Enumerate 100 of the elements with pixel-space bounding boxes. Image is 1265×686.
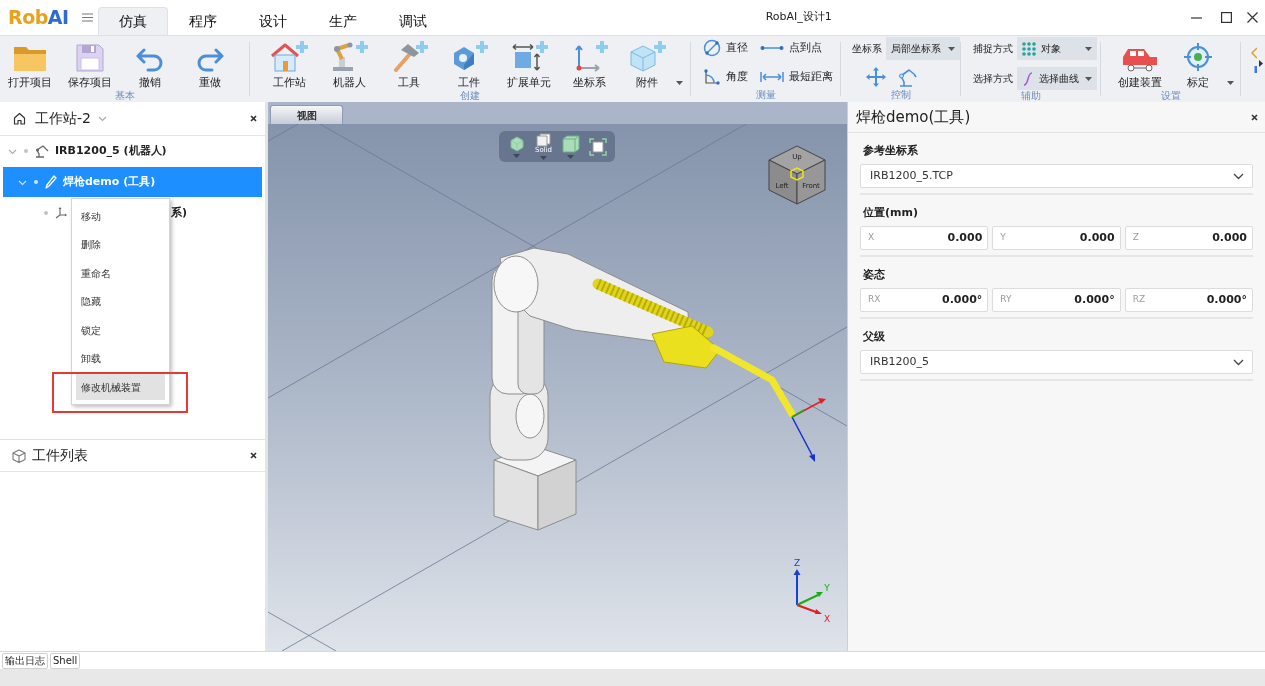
view-cube[interactable] <box>768 145 826 205</box>
close-icon[interactable] <box>250 115 257 122</box>
ribbon-button[interactable]: 工具 <box>379 36 439 90</box>
ribbon-button[interactable]: 扩展单元 <box>499 36 559 90</box>
pen-icon <box>45 175 57 189</box>
ribbon-group-label: 控制 <box>890 89 911 102</box>
section-label: 参考坐标系 <box>862 144 919 158</box>
bottom-tab[interactable]: Shell <box>50 652 81 669</box>
ribbon-button[interactable]: 坐标系 <box>559 36 619 90</box>
tree-item[interactable]: IRB1200_5 (机器人) <box>55 142 167 160</box>
ribbon-menu-button[interactable]: 标定 <box>1170 36 1236 90</box>
field-label: X <box>867 231 875 245</box>
robot-arm-icon[interactable] <box>898 67 918 87</box>
view-tab[interactable]: 视图 <box>270 105 343 124</box>
ribbon-group-label: 设置 <box>1160 90 1181 103</box>
menu-icon[interactable] <box>81 13 93 22</box>
dropdown[interactable]: 局部坐标系 <box>886 37 960 60</box>
field-label: Y <box>999 231 1006 245</box>
combo-label: 坐标系 <box>852 42 882 56</box>
dropdown[interactable]: 对象 <box>1017 37 1097 60</box>
dropdown[interactable]: 选择曲线 <box>1017 67 1097 90</box>
field-value: 0.000° <box>1206 291 1247 308</box>
menu-item[interactable]: 重命名 <box>76 260 165 286</box>
caret-icon <box>1085 46 1092 51</box>
ribbon-button[interactable]: 撤销 <box>120 36 180 90</box>
number-field[interactable]: RY 0.000° <box>992 288 1121 312</box>
maximize-icon[interactable] <box>1220 12 1232 23</box>
partial-tool-icon[interactable] <box>1249 46 1257 74</box>
section-label: 位置(mm) <box>862 206 919 220</box>
field-value: 0.000° <box>942 291 983 308</box>
home-icon <box>13 112 26 125</box>
section-label: 姿态 <box>862 268 886 282</box>
select-field[interactable]: IRB1200_5 <box>860 350 1253 374</box>
undo-icon <box>135 48 165 72</box>
scroll-right-icon[interactable] <box>1259 60 1263 67</box>
ribbon-button[interactable]: 角度 <box>703 66 760 88</box>
menu-item[interactable]: 锁定 <box>76 317 165 343</box>
folder-icon <box>13 44 47 72</box>
ribbon-button[interactable]: 重做 <box>180 36 240 90</box>
field-label: Z <box>1131 231 1139 245</box>
ribbon-button[interactable]: 保存项目 <box>60 36 120 90</box>
number-field[interactable]: Y 0.000 <box>992 226 1121 250</box>
bottom-tab[interactable]: 输出日志 <box>2 652 48 669</box>
number-field[interactable]: RX 0.000° <box>860 288 989 312</box>
close-icon[interactable] <box>1246 12 1258 23</box>
dot-icon <box>24 149 28 153</box>
chevron-down-icon <box>1233 358 1244 366</box>
ribbon-button[interactable]: 点到点 <box>760 37 833 59</box>
menu-item[interactable]: 卸载 <box>76 345 165 372</box>
cube-outline-icon <box>12 448 26 463</box>
stacked-squares-icon <box>535 133 552 147</box>
number-field[interactable]: RZ 0.000° <box>1124 288 1253 312</box>
close-icon[interactable] <box>250 452 257 459</box>
ribbon-menu-button[interactable]: 附件 <box>619 36 685 90</box>
ribbon-button[interactable]: 工作站 <box>259 36 319 90</box>
ribbon-button[interactable]: 机器人 <box>319 36 379 90</box>
ribbon-group-label: 创建 <box>460 90 480 103</box>
number-field[interactable]: Z 0.000 <box>1124 226 1253 250</box>
fit-view-icon <box>588 137 607 156</box>
combo-label: 捕捉方式 <box>973 42 1013 56</box>
tree-item[interactable]: 系) <box>171 204 188 222</box>
field-label: RX <box>867 293 881 307</box>
dot-icon <box>34 180 38 184</box>
minimize-icon[interactable] <box>1190 16 1202 19</box>
axis-label: X <box>823 614 831 624</box>
close-icon[interactable] <box>1251 113 1258 121</box>
menu-item[interactable]: 删除 <box>76 231 165 258</box>
number-field[interactable]: X 0.000 <box>860 226 989 250</box>
box-icon <box>561 134 580 153</box>
robot-arm-icon <box>35 144 49 158</box>
move-arrows-icon[interactable] <box>866 67 886 87</box>
ribbon-group-label: 测量 <box>755 89 776 102</box>
select-field[interactable]: IRB1200_5.TCP <box>860 164 1253 188</box>
chevron-down-icon[interactable] <box>97 115 107 122</box>
cube-plus-icon <box>627 40 667 72</box>
chevron-down-icon <box>1233 172 1244 180</box>
ribbon-button[interactable]: 创建装置 <box>1110 36 1170 90</box>
menu-tab[interactable]: 调试 <box>377 7 448 35</box>
window-title: RobAI_设计1 <box>765 9 832 26</box>
menu-tab[interactable]: 设计 <box>237 7 308 35</box>
ribbon-button[interactable]: 直径 <box>703 37 760 59</box>
menu-item[interactable]: 隐藏 <box>76 288 165 315</box>
menu-tab[interactable]: 仿真 <box>97 7 168 35</box>
ribbon-button[interactable]: 打开项目 <box>0 36 60 90</box>
menu-tab[interactable]: 程序 <box>167 7 238 35</box>
point-line-icon <box>760 44 784 52</box>
axis-label: Z <box>793 558 801 568</box>
ribbon-group-label: 基本 <box>114 90 135 103</box>
dot-grid-icon <box>1022 41 1036 56</box>
menu-tab[interactable]: 生产 <box>307 7 378 35</box>
caret-icon <box>948 46 955 51</box>
curve-icon <box>1022 71 1034 86</box>
field-value: 0.000 <box>947 229 983 246</box>
field-value: 0.000 <box>1079 229 1115 246</box>
ribbon-button[interactable]: 最短距离 <box>760 66 833 88</box>
section-label: 父级 <box>862 330 886 344</box>
ribbon-button[interactable]: 工件 <box>439 36 499 90</box>
menu-item[interactable]: 移动 <box>76 203 165 229</box>
panel-title: 焊枪demo(工具) <box>856 106 971 128</box>
caret-icon <box>1227 81 1234 85</box>
